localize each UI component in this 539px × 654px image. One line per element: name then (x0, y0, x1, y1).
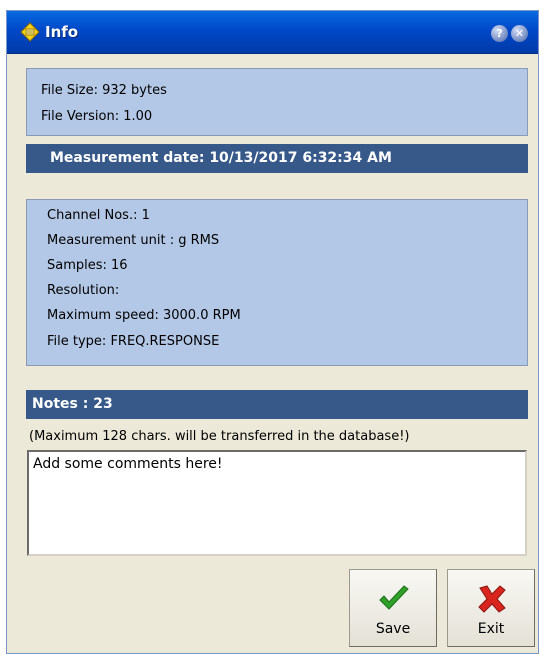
measurement-date-text: Measurement date: 10/13/2017 6:32:34 AM (50, 150, 392, 166)
help-icon: ? (496, 27, 503, 40)
save-label: Save (375, 621, 411, 637)
maximum-speed-text: Maximum speed: 3000.0 RPM (47, 308, 241, 323)
info-diamond-icon (20, 22, 40, 42)
measurement-date-header: Measurement date: 10/13/2017 6:32:34 AM (26, 144, 528, 173)
notes-header: Notes : 23 (26, 390, 528, 419)
exit-button[interactable]: Exit (447, 569, 535, 647)
exit-label: Exit (477, 621, 505, 637)
file-size-text: File Size: 932 bytes (41, 83, 167, 98)
close-button[interactable]: ✕ (511, 25, 528, 42)
checkmark-icon (379, 585, 409, 610)
measurement-unit-text: Measurement unit : g RMS (47, 233, 220, 248)
save-button[interactable]: Save (349, 569, 437, 647)
red-x-icon (478, 585, 506, 613)
samples-text: Samples: 16 (47, 258, 128, 273)
resolution-text: Resolution: (47, 283, 120, 298)
file-type-text: File type: FREQ.RESPONSE (47, 334, 220, 349)
channel-text: Channel Nos.: 1 (47, 208, 150, 223)
window-title: Info (45, 23, 79, 41)
notes-count-text: Notes : 23 (32, 396, 113, 412)
title-bar[interactable]: Info ? ✕ (7, 11, 538, 54)
close-icon: ✕ (514, 27, 525, 40)
file-version-text: File Version: 1.00 (41, 109, 153, 124)
file-info-panel: File Size: 932 bytes File Version: 1.00 (26, 68, 528, 136)
measurement-details-panel: Channel Nos.: 1 Measurement unit : g RMS… (26, 199, 528, 366)
info-dialog: Info ? ✕ File Size: 932 bytes File Versi… (6, 10, 539, 654)
notes-textarea[interactable]: Add some comments here! (27, 450, 527, 556)
notes-hint-text: (Maximum 128 chars. will be transferred … (29, 429, 410, 444)
help-button[interactable]: ? (491, 25, 508, 42)
